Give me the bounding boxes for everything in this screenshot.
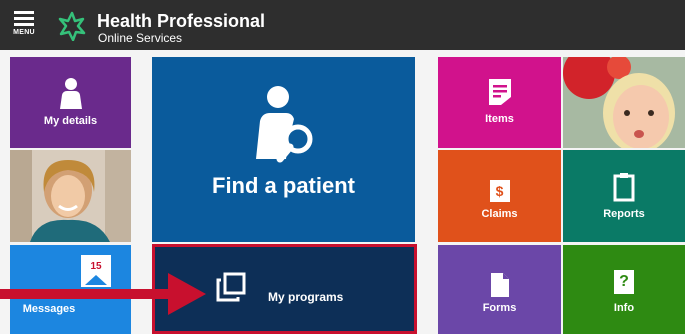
page: MENU Health Professional Online Services…	[0, 0, 685, 334]
tile-label: Claims	[481, 208, 518, 220]
logo-icon	[58, 11, 86, 41]
menu-label: MENU	[13, 29, 35, 36]
tile-label: Reports	[603, 208, 645, 220]
tile-info[interactable]: ? Info	[563, 245, 685, 334]
claims-icon: $	[489, 180, 510, 202]
person-icon	[59, 78, 82, 109]
tile-label: My details	[43, 115, 98, 127]
tile-label: My programs	[268, 290, 344, 304]
tile-items[interactable]: Items	[438, 57, 561, 148]
top-bar: MENU Health Professional Online Services	[0, 0, 685, 50]
reports-icon	[613, 173, 635, 202]
forms-icon	[490, 273, 509, 297]
info-icon: ?	[614, 270, 634, 294]
menu-button[interactable]: MENU	[10, 8, 38, 42]
tile-label: Items	[485, 113, 514, 125]
tile-reports[interactable]: Reports	[563, 150, 685, 242]
tile-label: Forms	[482, 302, 517, 314]
tile-label: Find a patient	[212, 173, 355, 198]
items-icon	[488, 79, 511, 105]
tile-find-patient[interactable]: Find a patient	[152, 57, 415, 242]
nurse-photo	[10, 150, 131, 242]
annotation-arrow	[0, 273, 206, 315]
tile-child-photo	[563, 57, 685, 148]
tile-nurse-photo	[10, 150, 131, 242]
app-title: Health Professional	[97, 11, 266, 31]
app-subtitle: Online Services	[98, 31, 183, 45]
tile-label: Info	[613, 302, 635, 314]
programs-icon	[216, 272, 246, 302]
menu-icon	[10, 11, 38, 26]
child-photo	[563, 57, 685, 148]
tile-forms[interactable]: Forms	[438, 245, 561, 334]
find-patient-icon	[255, 86, 312, 163]
tile-my-details[interactable]: My details	[10, 57, 131, 148]
tile-claims[interactable]: $ Claims	[438, 150, 561, 242]
